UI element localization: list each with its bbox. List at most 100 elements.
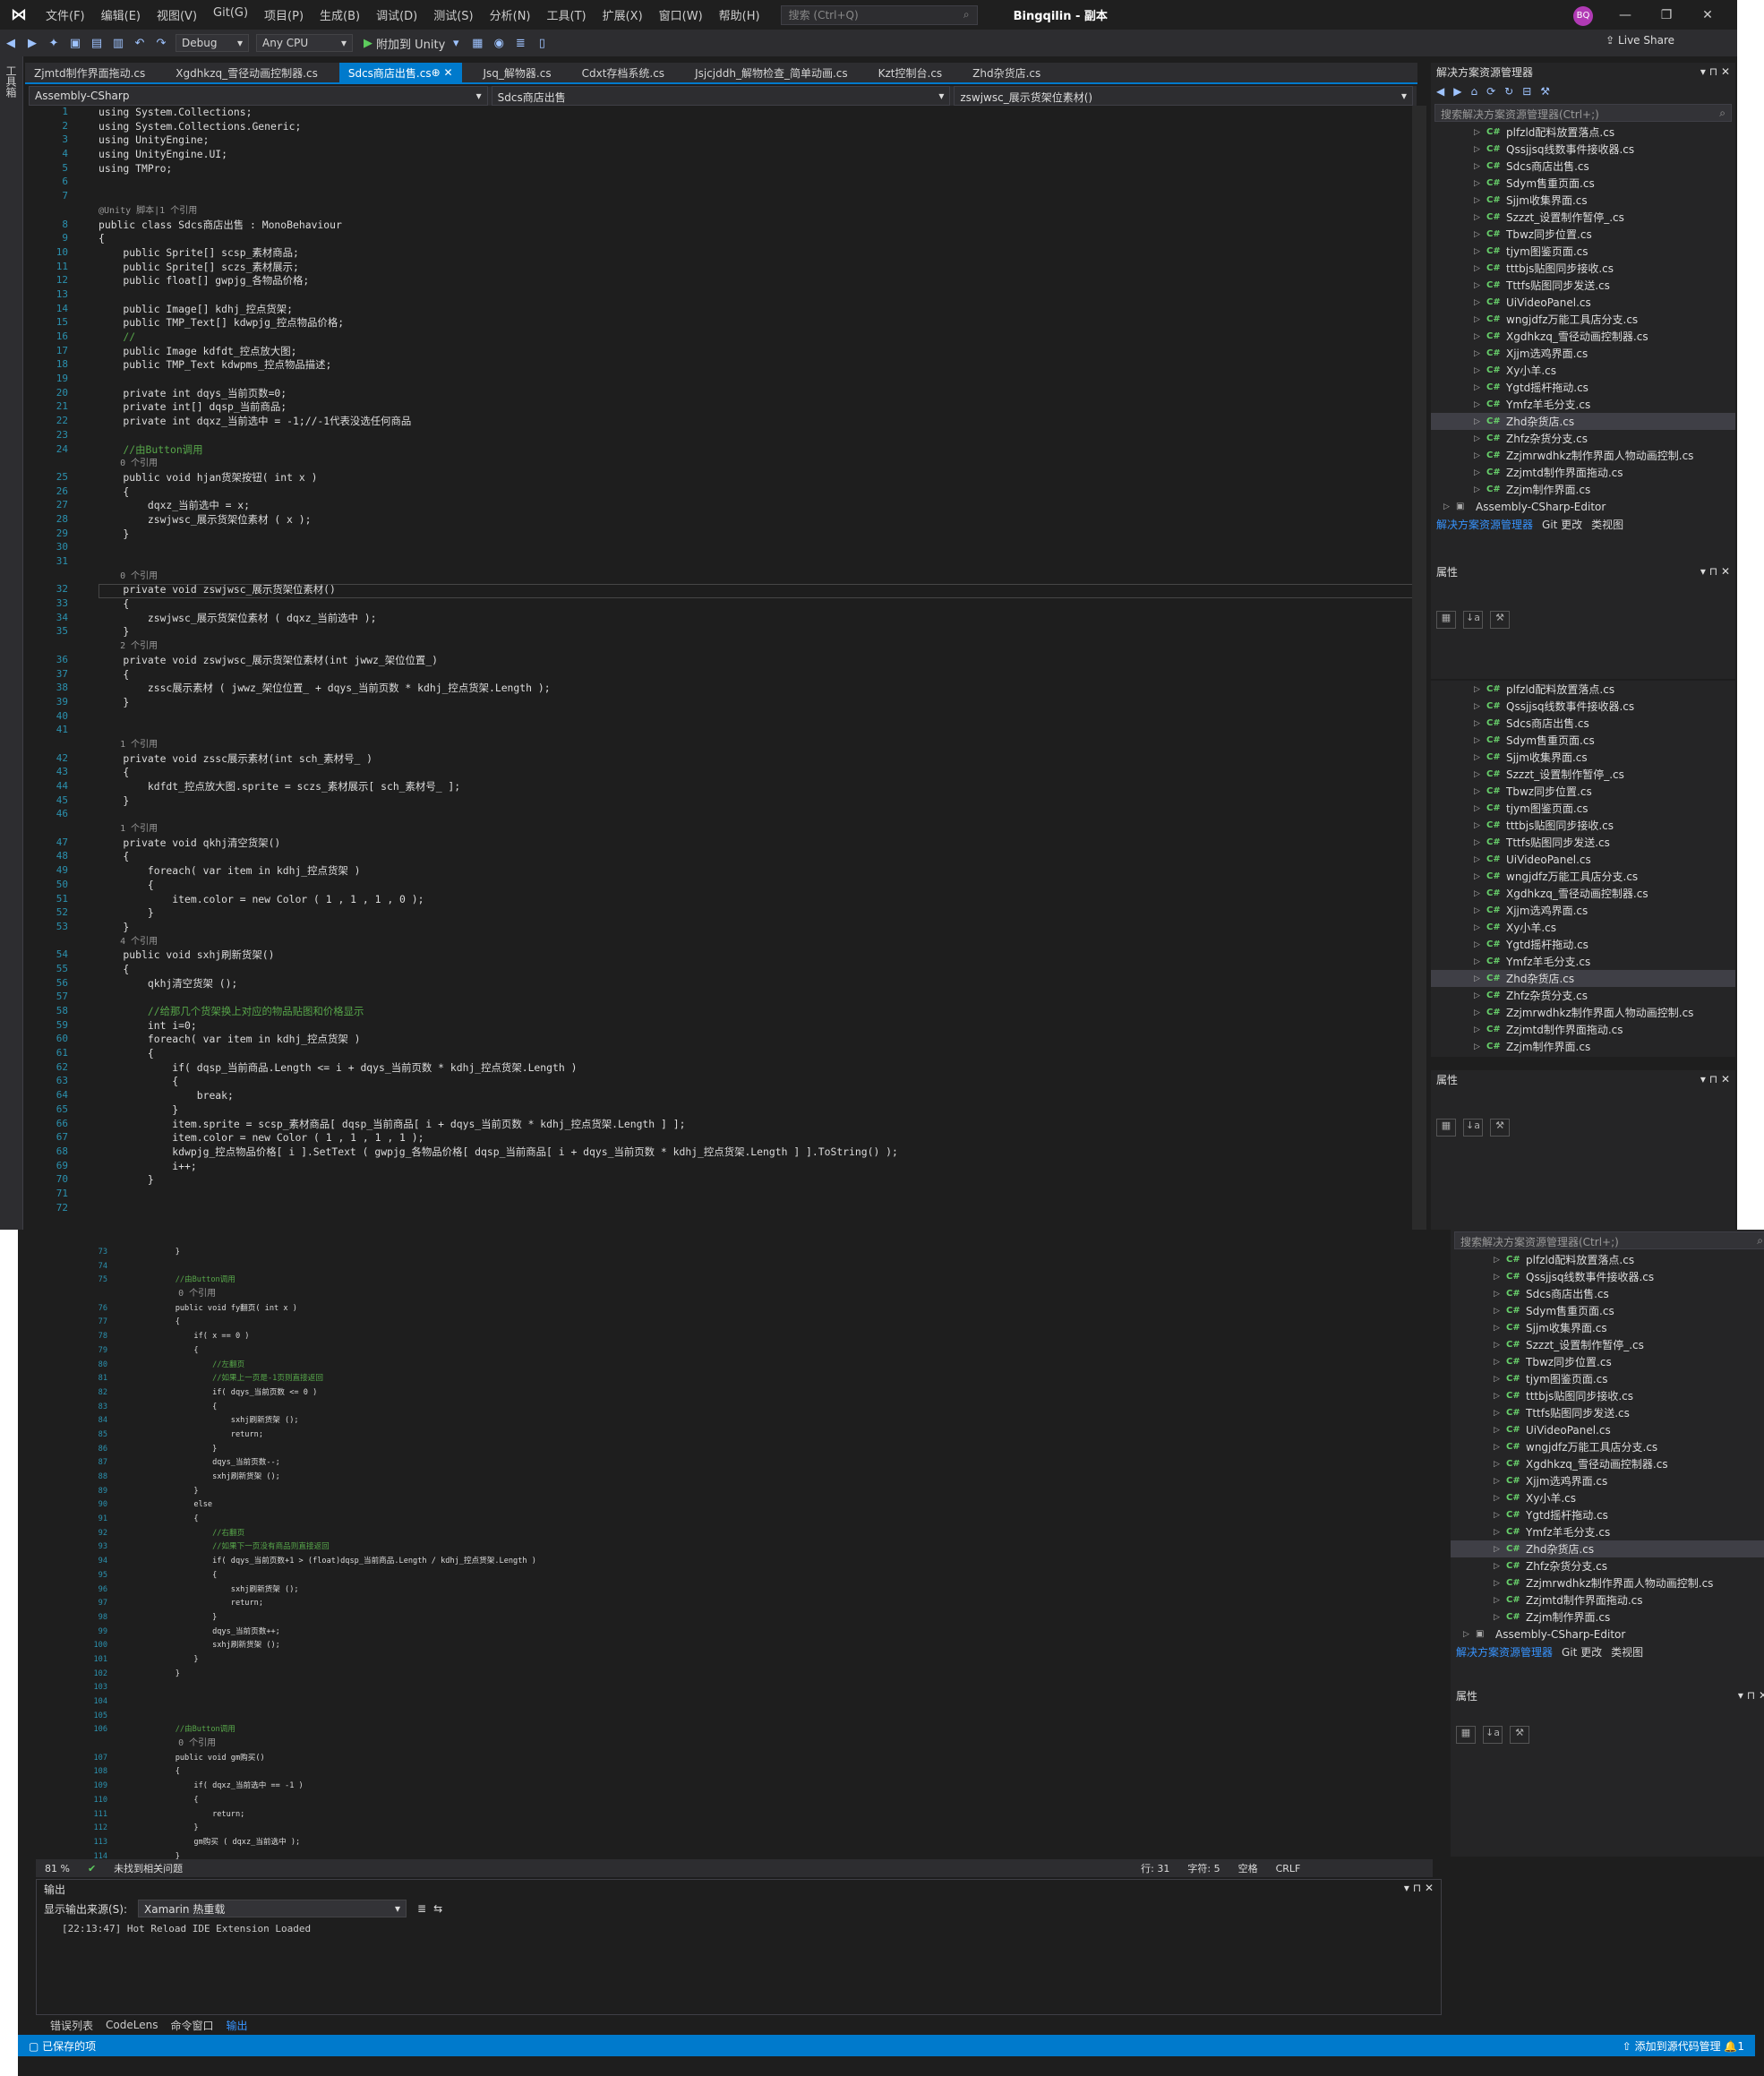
solution-file-item[interactable]: ▷ C# Szzzt_设置制作暂停_.cs xyxy=(1431,766,1735,783)
solution-file-item[interactable]: ▷ C# Szzzt_设置制作暂停_.cs xyxy=(1451,1336,1764,1353)
expand-icon[interactable]: ▷ xyxy=(1474,383,1486,392)
solution-file-item[interactable]: ▷ C# Ygtd摇杆拖动.cs xyxy=(1431,379,1735,396)
close-icon[interactable]: ✕ xyxy=(1687,8,1728,22)
expand-icon[interactable]: ▷ xyxy=(1443,502,1456,511)
code-line[interactable]: 0 个引用 xyxy=(157,1289,536,1304)
solution-search-input[interactable]: 搜索解决方案资源管理器(Ctrl+;) ⌕ xyxy=(1454,1231,1764,1249)
expand-icon[interactable]: ▷ xyxy=(1474,957,1486,966)
wrench-icon[interactable]: ⚒ xyxy=(1510,1726,1529,1744)
expand-icon[interactable]: ▷ xyxy=(1494,1443,1506,1452)
editor-tab[interactable]: Xgdhkzq_雪径动画控制器.cs xyxy=(167,63,327,82)
expand-icon[interactable]: ▷ xyxy=(1474,196,1486,205)
solution-file-item[interactable]: ▷ C# UiVideoPanel.cs xyxy=(1431,294,1735,311)
wrench-icon[interactable]: ⚒ xyxy=(1490,1119,1510,1137)
code-line[interactable]: sxhj刷新货架 (); xyxy=(157,1472,536,1487)
code-line[interactable]: public Image kdfdt_控点放大图; xyxy=(98,345,898,359)
code-content[interactable]: using System.Collections; using System.Co… xyxy=(98,106,898,1215)
code-line[interactable]: { xyxy=(98,1047,898,1061)
close-icon[interactable]: ▾ ⊓ ✕ xyxy=(1700,565,1730,578)
source-control-status[interactable]: ⇧ 添加到源代码管理 🔔1 xyxy=(1623,2038,1744,2054)
collapse-icon[interactable]: ⊟ xyxy=(1522,85,1531,98)
play-icon[interactable]: ▶ xyxy=(364,37,372,50)
expand-icon[interactable]: ▷ xyxy=(1494,1290,1506,1299)
code-line[interactable] xyxy=(157,1697,536,1711)
solution-file-item[interactable]: ▷ C# Zhfz杂货分支.cs xyxy=(1451,1557,1764,1574)
solution-file-item[interactable]: ▷ C# Zhfz杂货分支.cs xyxy=(1431,430,1735,447)
expand-icon[interactable]: ▷ xyxy=(1494,1392,1506,1401)
issues-status[interactable]: 未找到相关问题 xyxy=(114,1861,183,1875)
code-line[interactable]: { xyxy=(98,766,898,780)
solution-tab[interactable]: Git 更改 xyxy=(1562,1644,1602,1660)
code-line[interactable]: int i=0; xyxy=(98,1019,898,1034)
eol-indicator[interactable]: CRLF xyxy=(1276,1863,1301,1874)
expand-icon[interactable]: ▷ xyxy=(1494,1324,1506,1333)
solution-file-item[interactable]: ▷ C# Sjjm收集界面.cs xyxy=(1431,749,1735,766)
solution-file-item[interactable]: ▷ C# Zhd杂货店.cs xyxy=(1431,413,1735,430)
forward-icon[interactable]: ▶ xyxy=(1453,85,1461,98)
solution-file-item[interactable]: ▷ C# tttbjs贴图同步接收.cs xyxy=(1451,1387,1764,1404)
code-line[interactable]: //如果上一页是-1页则直接返回 xyxy=(157,1374,536,1388)
solution-file-item[interactable]: ▷ C# Xjjm选鸡界面.cs xyxy=(1431,345,1735,362)
code-line[interactable]: dqys_当前页数--; xyxy=(157,1458,536,1472)
code-line[interactable]: public void gm购买() xyxy=(157,1754,536,1768)
editor-tab[interactable]: Zhd杂货店.cs xyxy=(963,63,1049,82)
solution-file-item[interactable]: ▷ C# Sjjm收集界面.cs xyxy=(1451,1319,1764,1336)
redo-icon[interactable]: ↷ xyxy=(150,37,172,50)
code-line[interactable]: //给那几个货架换上对应的物品贴图和价格显示 xyxy=(98,1005,898,1019)
expand-icon[interactable]: ▷ xyxy=(1474,855,1486,864)
code-line[interactable]: 0 个引用 xyxy=(157,1738,536,1754)
notification-icon[interactable]: 🔔 xyxy=(1724,2040,1737,2053)
expand-icon[interactable]: ▷ xyxy=(1474,213,1486,222)
solution-file-item[interactable]: ▷ C# tjym图鉴页面.cs xyxy=(1431,243,1735,260)
restore-icon[interactable]: ❐ xyxy=(1646,8,1687,22)
expand-icon[interactable]: ▷ xyxy=(1494,1579,1506,1588)
code-line[interactable]: sxhj刷新货架 (); xyxy=(157,1641,536,1655)
config-select[interactable]: Debug ▾ xyxy=(176,34,249,52)
code-editor[interactable]: 1 2 3 4 5 6 7 8 9 10 11 12 13 14 15 16 17 18 19 20 21 22 23 24 2… xyxy=(29,106,1412,1230)
expand-icon[interactable]: ▷ xyxy=(1474,247,1486,256)
close-icon[interactable]: ▾ ⊓ ✕ xyxy=(1700,65,1730,78)
bottom-tab[interactable]: 输出 xyxy=(226,2018,247,2033)
code-line[interactable]: { xyxy=(157,1571,536,1585)
code-line[interactable]: //由Button调用 xyxy=(98,443,898,458)
new-item-icon[interactable]: ✦ xyxy=(43,37,64,50)
code-line[interactable] xyxy=(98,373,898,387)
expand-icon[interactable]: ▷ xyxy=(1474,485,1486,494)
code-line[interactable]: using UnityEngine.UI; xyxy=(98,148,898,162)
menu-item[interactable]: 编辑(E) xyxy=(93,6,149,23)
code-line[interactable]: item.color = new Color ( 1 , 1 , 1 , 0 )… xyxy=(98,893,898,907)
expand-icon[interactable]: ▷ xyxy=(1494,1273,1506,1282)
code-line[interactable]: return; xyxy=(157,1430,536,1445)
solution-file-item[interactable]: ▷ C# Zzjmtd制作界面拖动.cs xyxy=(1451,1591,1764,1608)
solution-file-item[interactable]: ▷ C# Ygtd摇杆拖动.cs xyxy=(1451,1506,1764,1523)
expand-icon[interactable]: ▷ xyxy=(1494,1511,1506,1520)
solution-file-item[interactable]: ▷ C# Qssjjsq线数事件接收器.cs xyxy=(1431,698,1735,715)
solution-file-item[interactable]: ▷ C# Tbwz同步位置.cs xyxy=(1431,226,1735,243)
code-line[interactable] xyxy=(98,724,898,738)
save-icon[interactable]: ▤ xyxy=(86,37,107,50)
minimize-icon[interactable]: — xyxy=(1605,8,1646,22)
forward-icon[interactable]: ▶ xyxy=(21,37,43,50)
code-line[interactable] xyxy=(98,1188,898,1202)
close-icon[interactable]: ▾ ⊓ ✕ xyxy=(1700,1073,1730,1085)
expand-icon[interactable]: ▷ xyxy=(1474,366,1486,375)
nav-project-select[interactable]: Assembly-CSharp ▾ xyxy=(29,86,488,106)
code-line[interactable]: dqxz_当前选中 = x; xyxy=(98,499,898,513)
menu-item[interactable]: 窗口(W) xyxy=(651,6,711,23)
code-line[interactable]: } xyxy=(157,1823,536,1838)
code-line[interactable]: else xyxy=(157,1500,536,1514)
solution-file-item[interactable]: ▷ C# Tbwz同步位置.cs xyxy=(1431,783,1735,800)
code-line[interactable]: using UnityEngine; xyxy=(98,133,898,148)
code-line[interactable]: dqys_当前页数++; xyxy=(157,1627,536,1642)
code-line[interactable]: qkhj清空货架 (); xyxy=(98,977,898,991)
code-line[interactable]: break; xyxy=(98,1089,898,1103)
expand-icon[interactable]: ▷ xyxy=(1474,1008,1486,1017)
solution-file-item[interactable]: ▷ C# Xy小羊.cs xyxy=(1431,919,1735,936)
expand-icon[interactable]: ▷ xyxy=(1474,315,1486,324)
code-line[interactable]: gm购买 ( dqxz_当前选中 ); xyxy=(157,1838,536,1852)
expand-icon[interactable]: ▷ xyxy=(1494,1358,1506,1367)
expand-icon[interactable]: ▷ xyxy=(1474,468,1486,477)
clear-icon[interactable]: ≣ xyxy=(417,1902,426,1915)
code-line[interactable]: item.color = new Color ( 1 , 1 , 1 , 1 )… xyxy=(98,1131,898,1145)
expand-icon[interactable]: ▷ xyxy=(1474,332,1486,341)
